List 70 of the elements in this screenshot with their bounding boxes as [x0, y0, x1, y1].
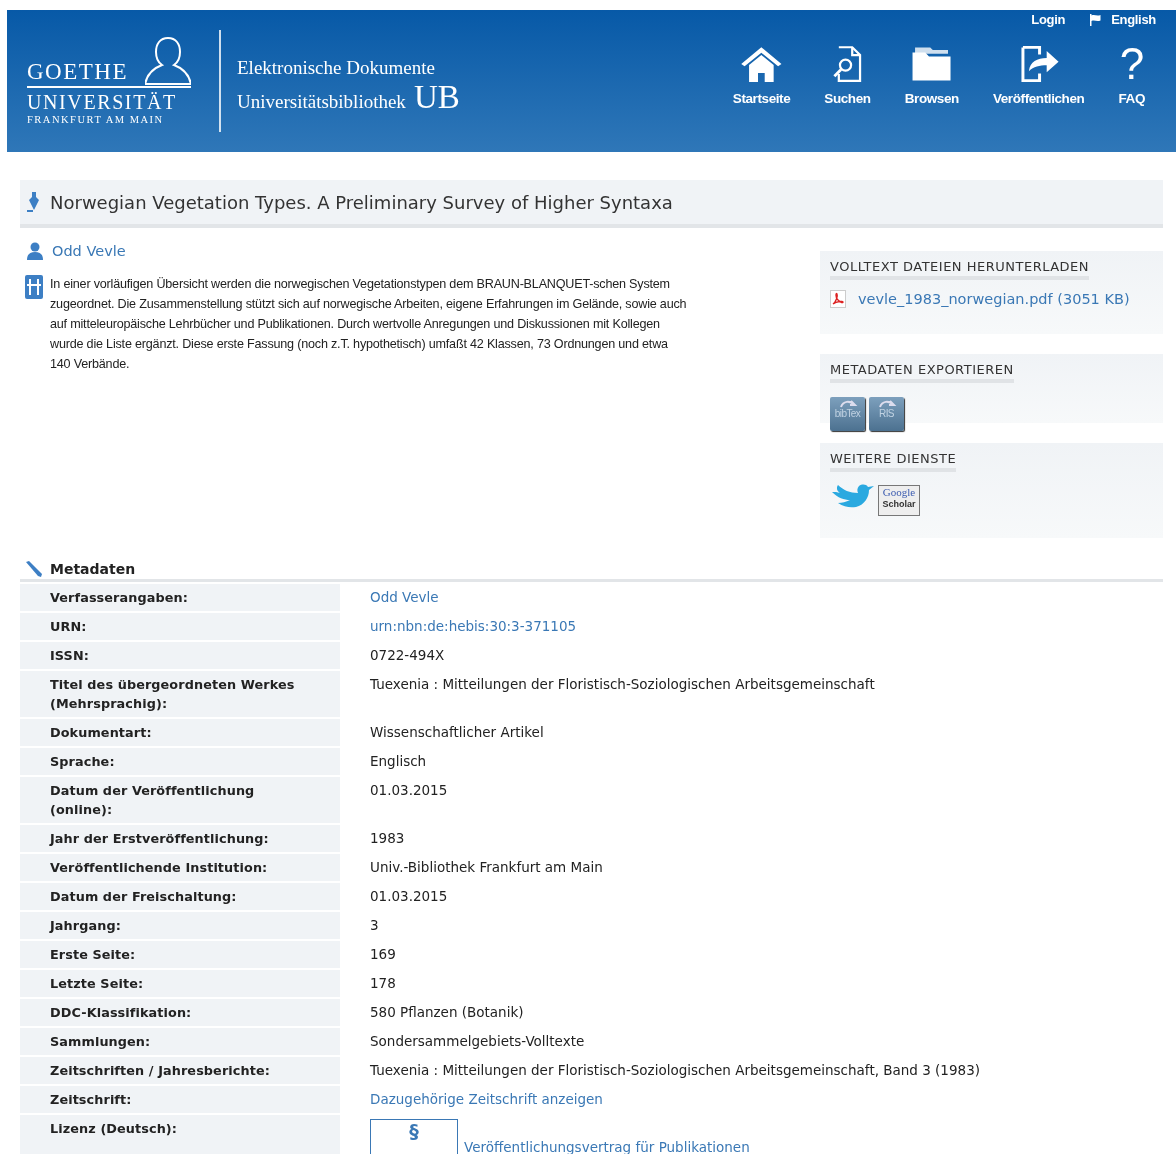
panel-heading: METADATEN EXPORTIEREN [830, 362, 1014, 383]
value-link[interactable]: Odd Vevle [370, 589, 439, 605]
arrow-icon [837, 399, 858, 408]
field-value: 169 [370, 946, 396, 962]
field-value: Tuexenia : Mitteilungen der Floristisch-Soziologischen Arbeitsgemeinschaft, Band 3 (1983) [370, 1062, 980, 1078]
field-value: Univ.-Bibliothek Frankfurt am Main [370, 859, 603, 875]
field-label: ISSN: [20, 642, 340, 669]
field-label: Jahr der Erstveröffentlichung: [20, 825, 340, 852]
language-link[interactable]: English [1089, 12, 1156, 27]
nav-item[interactable]: Veröffentlichen [975, 45, 1102, 106]
field-value: 01.03.2015 [370, 888, 448, 904]
field-value: 0722-494X [370, 647, 445, 663]
license-badge[interactable]: § [370, 1119, 458, 1154]
field-value: Wissenschaftlicher Artikel [370, 724, 544, 740]
field-value: 01.03.2015 [370, 782, 448, 798]
field-label: DDC-Klassifikation: [20, 999, 340, 1026]
field-label: Letzte Seite: [20, 970, 340, 997]
author-link[interactable]: Odd Vevle [52, 243, 126, 259]
panel-heading: WEITERE DIENSTE [830, 451, 957, 472]
person-icon [26, 242, 44, 260]
field-value: Tuexenia : Mitteilungen der Floristisch-Soziologischen Arbeitsgemeinschaft [370, 676, 875, 692]
login-link[interactable]: Login [1031, 12, 1066, 27]
abstract-text: In einer vorläufigen Übersicht werden die norwegischen Vegetationstypen dem BRAUN-BLANQUET-schen System zugeordnet. Die Zusammenstellung stützt sich auf norwegische Arbeiten, eigene Erfahrungen im Gelände, sowie auch auf mitteleuropäische Lehrbücher und Publikationen. Durch wertvolle Anregungen und Diskussionen mit Kollegen wurde die Liste ergänzt. Diese erste Fassung (noch z.T. hypothetisch) umfaßt 42 Klassen, 73 Ordnungen und etwa 140 Verbände. [50, 276, 688, 373]
pdf-icon [830, 290, 846, 308]
file-link[interactable]: vevle_1983_norwegian.pdf (3051 KB) [858, 291, 1130, 307]
value-link[interactable]: Dazugehörige Zeitschrift anzeigen [370, 1091, 603, 1107]
field-label: Dokumentart: [20, 719, 340, 746]
field-label: Sprache: [20, 748, 340, 775]
logo-text: UNIVERSITÄT [27, 90, 178, 113]
nav-item[interactable]: ? FAQ [1101, 45, 1162, 106]
ub-logo: UB [413, 80, 460, 114]
logo-text: GOETHE [27, 59, 128, 84]
field-value: 178 [370, 975, 396, 991]
logo-text: FRANKFURT AM MAIN [27, 112, 165, 127]
help-icon: ? [1119, 45, 1144, 83]
field-label: Verfasserangaben: [20, 584, 340, 611]
site-subtitle: Universitätsbibliothek [237, 91, 406, 113]
field-value: 1983 [370, 830, 405, 846]
field-label: Zeitschrift: [20, 1086, 340, 1113]
export-button[interactable]: bibTex [830, 397, 865, 431]
nav-item[interactable]: Suchen [807, 45, 888, 106]
section-heading: Metadaten [50, 561, 136, 577]
folder-icon [910, 45, 954, 83]
field-value: Sondersammelgebiets-Volltexte [370, 1033, 585, 1049]
field-value: Englisch [370, 753, 427, 769]
field-label: Datum der Freischaltung: [20, 883, 340, 910]
license-link[interactable]: Veröffentlichungsvertrag für Publikationen [464, 1139, 750, 1154]
field-label: Jahrgang: [20, 912, 340, 939]
flag-icon [1089, 13, 1103, 26]
panel-heading: VOLLTEXT DATEIEN HERUNTERLADEN [830, 259, 1090, 280]
document-title: Norwegian Vegetation Types. A Preliminary Survey of Higher Syntaxa [50, 191, 673, 213]
field-value: 580 Pflanzen (Botanik) [370, 1004, 524, 1020]
field-label: Datum der Veröffentlichung (online): [20, 777, 340, 823]
field-value: 3 [370, 917, 379, 933]
pencil-icon [24, 560, 44, 578]
field-label: Sammlungen: [20, 1028, 340, 1055]
field-label: Lizenz (Deutsch): [20, 1115, 340, 1154]
field-label: Titel des übergeordneten Werkes (Mehrsprachig): [20, 671, 340, 717]
scholar-button[interactable]: Google Scholar [878, 484, 920, 516]
value-link[interactable]: urn:nbn:de:hebis:30:3-371105 [370, 618, 577, 634]
home-icon [739, 45, 784, 83]
field-label: Erste Seite: [20, 941, 340, 968]
field-label: Zeitschriften / Jahresberichte: [20, 1057, 340, 1084]
field-label: URN: [20, 613, 340, 640]
arrow-icon [876, 399, 897, 408]
nav-item[interactable]: Browsen [887, 45, 976, 106]
field-label: Veröffentlichende Institution: [20, 854, 340, 881]
nav-item[interactable]: Startseite [715, 45, 808, 106]
pen-icon [26, 191, 42, 213]
site-title: Elektronische Dokumente [237, 56, 436, 80]
